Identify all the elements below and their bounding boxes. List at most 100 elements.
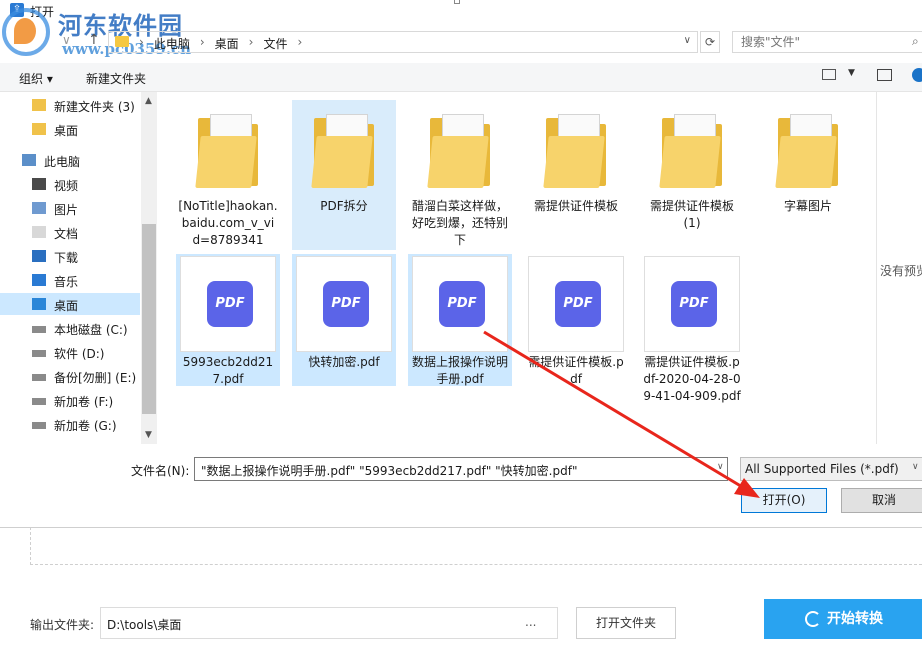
preview-divider xyxy=(876,92,877,444)
desktop-icon xyxy=(32,298,46,310)
drive-icon xyxy=(32,398,46,405)
chevron-down-icon[interactable]: ∨ xyxy=(717,462,724,472)
breadcrumb-item[interactable]: 文件 xyxy=(263,35,287,52)
sidebar-item-label: 此电脑 xyxy=(44,155,81,169)
download-icon xyxy=(32,250,46,262)
breadcrumb-item[interactable]: 桌面 xyxy=(215,35,239,52)
music-icon xyxy=(32,274,46,286)
chevron-right-icon[interactable]: › xyxy=(249,35,254,52)
sidebar-item[interactable]: 备份[勿删] (E:) xyxy=(0,365,140,387)
open-file-dialog: ⇪ 打开 河东软件园 www.pc0359.cn ∨ ↑ › 此电脑 › 桌面 … xyxy=(0,0,922,528)
open-button[interactable]: 打开(O) xyxy=(741,488,827,513)
sidebar-item[interactable]: 桌面 xyxy=(0,118,140,140)
preview-pane-icon[interactable] xyxy=(877,69,892,81)
file-name: 需提供证件模板 xyxy=(533,199,618,213)
breadcrumb: › 此电脑 › 桌面 › 文件 › xyxy=(139,35,302,52)
refresh-button[interactable]: ⟳ xyxy=(700,31,720,53)
folder-item[interactable]: 字幕图片 xyxy=(756,100,860,250)
drop-zone[interactable] xyxy=(30,527,922,565)
pdf-file-item[interactable]: PDF 数据上报操作说明手册.pdf xyxy=(408,254,512,386)
folder-icon xyxy=(427,110,492,190)
pdf-file-icon: PDF xyxy=(412,256,508,352)
folder-item[interactable]: 醋溜白菜这样做，好吃到爆，还特别下 xyxy=(408,100,512,250)
breadcrumb-item[interactable]: 此电脑 xyxy=(154,35,190,52)
sidebar-item-label: 文档 xyxy=(54,227,79,241)
folder-icon xyxy=(775,110,840,190)
folder-icon xyxy=(32,123,46,135)
pdf-file-item[interactable]: PDF 5993ecb2dd217.pdf xyxy=(176,254,280,386)
scroll-down-icon[interactable]: ▼ xyxy=(145,430,152,440)
view-mode-icon[interactable] xyxy=(822,69,836,80)
pdf-file-icon: PDF xyxy=(644,256,740,352)
pdf-badge: PDF xyxy=(323,281,369,327)
drive-icon xyxy=(32,374,46,381)
sidebar-item[interactable]: 视频 xyxy=(0,173,140,195)
convert-icon xyxy=(805,611,821,627)
filename-field[interactable]: "数据上报操作说明手册.pdf" "5993ecb2dd217.pdf" "快转… xyxy=(194,457,728,481)
folder-item[interactable]: 需提供证件模板 xyxy=(524,100,628,250)
address-bar[interactable]: › 此电脑 › 桌面 › 文件 › ∨ xyxy=(108,31,698,53)
sidebar-item-label: 软件 (D:) xyxy=(54,347,105,361)
sidebar-item[interactable]: 下载 xyxy=(0,245,140,267)
caret-down-icon[interactable]: ▼ xyxy=(848,68,855,78)
organize-menu[interactable]: 组织 ▾ xyxy=(19,70,53,87)
recent-locations-chevron-icon[interactable]: ∨ xyxy=(62,33,71,47)
sidebar-item[interactable]: 新建文件夹 (3) xyxy=(0,94,140,116)
pdf-file-item[interactable]: PDF 需提供证件模板.pdf-2020-04-28-09-41-04-909.p… xyxy=(640,254,744,403)
chevron-right-icon[interactable]: › xyxy=(200,35,205,52)
file-name: PDF拆分 xyxy=(320,199,368,213)
sidebar-item-label: 桌面 xyxy=(54,299,79,313)
folder-item[interactable]: PDF拆分 xyxy=(292,100,396,250)
sidebar-item-label: 音乐 xyxy=(54,275,79,289)
folder-item[interactable]: [NoTitle]haokan.baidu.com_v_vid=8789341 xyxy=(176,100,280,250)
sidebar-item[interactable]: 本地磁盘 (C:) xyxy=(0,317,140,339)
scroll-up-icon[interactable]: ▲ xyxy=(145,96,152,106)
start-convert-button[interactable]: 开始转换 xyxy=(764,599,922,639)
sidebar-item-label: 新建文件夹 (3) xyxy=(54,100,135,114)
browse-button[interactable]: ... xyxy=(525,615,536,629)
output-path-field[interactable]: D:\tools\桌面 xyxy=(100,607,558,639)
open-folder-button[interactable]: 打开文件夹 xyxy=(576,607,676,639)
sidebar-item[interactable]: 音乐 xyxy=(0,269,140,291)
pdf-file-item[interactable]: PDF 需提供证件模板.pdf xyxy=(524,254,628,386)
pdf-badge: PDF xyxy=(555,281,601,327)
folder-item[interactable]: 需提供证件模板 (1) xyxy=(640,100,744,250)
sidebar-item[interactable]: 图片 xyxy=(0,197,140,219)
file-name: 需提供证件模板.pdf-2020-04-28-09-41-04-909.pdf xyxy=(643,355,741,403)
help-icon[interactable] xyxy=(912,68,922,82)
pdf-file-icon: PDF xyxy=(296,256,392,352)
cancel-button[interactable]: 取消 xyxy=(841,488,922,513)
sidebar-item[interactable]: 新加卷 (F:) xyxy=(0,389,140,411)
file-list: [NoTitle]haokan.baidu.com_v_vid=8789341 P… xyxy=(158,92,876,444)
sidebar-item[interactable]: 此电脑 xyxy=(0,149,140,171)
filetype-select[interactable]: All Supported Files (*.pdf) xyxy=(740,457,922,481)
scrollbar-thumb[interactable] xyxy=(142,224,156,414)
sidebar-item-label: 备份[勿删] (E:) xyxy=(54,371,137,385)
window-grip xyxy=(454,0,460,4)
folder-icon xyxy=(659,110,724,190)
navigation-pane: 新加卷 (G:) 新加卷 (F:) 备份[勿删] (E:) 软件 (D:) 本地磁盘 (… xyxy=(0,92,157,444)
file-name: 5993ecb2dd217.pdf xyxy=(182,355,274,386)
file-name: 快转加密.pdf xyxy=(308,355,380,369)
chevron-down-icon[interactable]: ∨ xyxy=(684,35,691,46)
command-bar: 组织 ▾ 新建文件夹 ▼ xyxy=(0,63,922,92)
chevron-right-icon[interactable]: › xyxy=(297,35,302,52)
file-name: 醋溜白菜这样做，好吃到爆，还特别下 xyxy=(411,199,508,247)
start-convert-label: 开始转换 xyxy=(827,611,883,627)
sidebar-item[interactable]: 软件 (D:) xyxy=(0,341,140,363)
pictures-icon xyxy=(32,202,46,214)
folder-icon xyxy=(195,110,260,190)
file-name: 需提供证件模板 (1) xyxy=(649,199,734,230)
search-icon[interactable]: ⌕ xyxy=(912,34,919,49)
pdf-badge: PDF xyxy=(439,281,485,327)
sidebar-item[interactable]: 文档 xyxy=(0,221,140,243)
new-folder-button[interactable]: 新建文件夹 xyxy=(86,70,146,87)
sidebar-item[interactable]: 桌面 xyxy=(0,293,140,315)
search-input[interactable] xyxy=(732,31,922,53)
pdf-badge: PDF xyxy=(671,281,717,327)
sidebar-item[interactable]: 新加卷 (G:) xyxy=(0,413,140,435)
up-arrow-icon[interactable]: ↑ xyxy=(88,32,100,48)
chevron-down-icon[interactable]: ∨ xyxy=(912,462,919,472)
file-name: 数据上报操作说明手册.pdf xyxy=(411,355,508,386)
pdf-file-item[interactable]: PDF 快转加密.pdf xyxy=(292,254,396,386)
